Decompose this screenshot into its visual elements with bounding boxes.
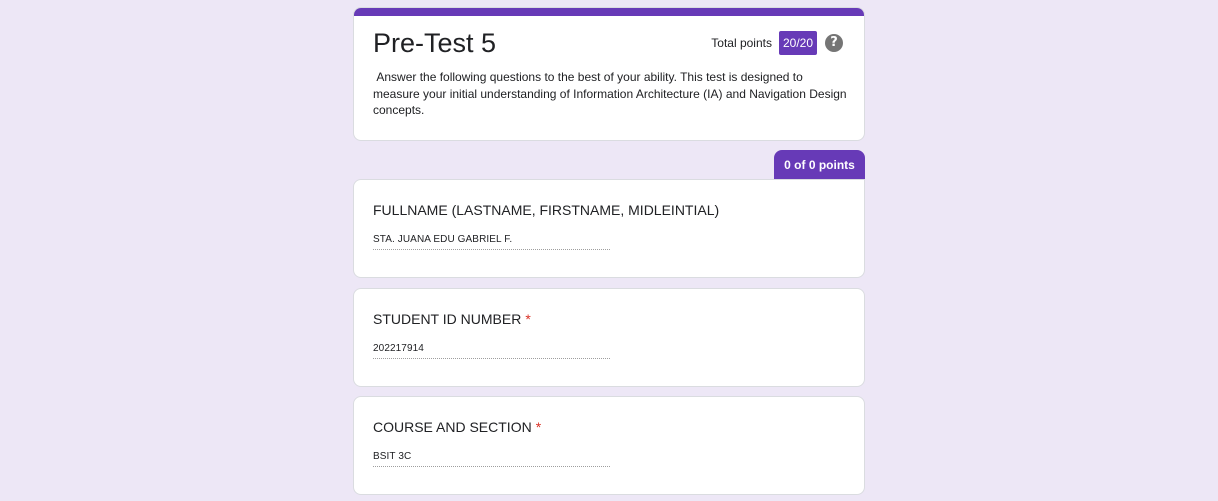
question-title: COURSE AND SECTION * (373, 418, 541, 436)
question-title-text: COURSE AND SECTION (373, 419, 532, 435)
total-points-label: Total points (711, 36, 772, 50)
required-marker: * (535, 419, 542, 435)
form-header-card: Pre-Test 5 Total points 20/20 ? Answer t… (353, 7, 865, 141)
answer-fullname: STA. JUANA EDU GABRIEL F. (373, 233, 610, 250)
question-title-text: FULLNAME (LASTNAME, FIRSTNAME, MIDLEINTI… (373, 202, 720, 218)
total-points: Total points 20/20 ? (711, 31, 843, 55)
header-accent-bar (354, 8, 864, 16)
answer-course-section: BSIT 3C (373, 450, 610, 467)
required-marker: * (525, 311, 531, 327)
question-title-text: STUDENT ID NUMBER (373, 311, 522, 327)
question-card-course-section: COURSE AND SECTION * BSIT 3C (353, 396, 865, 495)
answer-student-id: 202217914 (373, 342, 610, 359)
form-title: Pre-Test 5 (373, 28, 497, 58)
question-title: STUDENT ID NUMBER * (373, 310, 531, 328)
total-points-badge: 20/20 (778, 31, 817, 55)
form-description: Answer the following questions to the be… (373, 70, 850, 117)
question-card-student-id: STUDENT ID NUMBER * 202217914 (353, 288, 865, 387)
section-points-badge: 0 of 0 points (774, 150, 865, 180)
question-title: FULLNAME (LASTNAME, FIRSTNAME, MIDLEINTI… (373, 201, 719, 219)
question-card-fullname: FULLNAME (LASTNAME, FIRSTNAME, MIDLEINTI… (353, 179, 865, 278)
help-icon[interactable]: ? (825, 34, 843, 52)
